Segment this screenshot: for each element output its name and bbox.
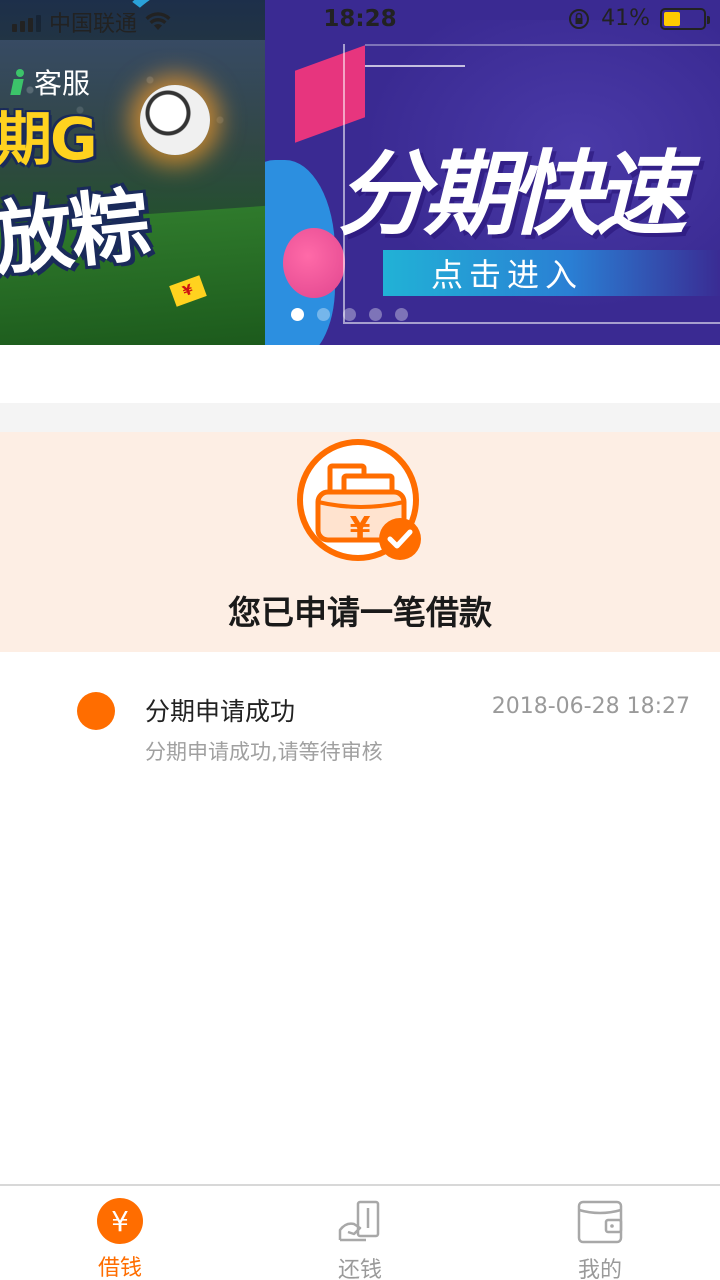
banner-slide-installment[interactable]: 分期快速 点击进入 bbox=[265, 0, 720, 345]
battery-level bbox=[664, 11, 680, 26]
banner-right-headline: 分期快速 bbox=[337, 141, 687, 248]
banner-left-headline-bottom: 放粽 bbox=[0, 178, 154, 287]
repay-hand-icon bbox=[336, 1198, 384, 1246]
timeline-time: 2018-06-28 18:27 bbox=[491, 694, 690, 719]
decor-line bbox=[365, 44, 720, 46]
yen-circle-icon: ¥ bbox=[96, 1198, 144, 1244]
carousel-dot[interactable] bbox=[395, 308, 408, 321]
tab-borrow[interactable]: ¥ 借钱 bbox=[0, 1186, 240, 1280]
customer-service-label: 客服 bbox=[34, 67, 91, 100]
customer-service-icon bbox=[12, 69, 30, 95]
carousel-dot[interactable] bbox=[343, 308, 356, 321]
football-icon bbox=[140, 85, 210, 155]
banner-left-headline-top: 期G bbox=[0, 105, 98, 173]
tab-label: 还钱 bbox=[337, 1258, 382, 1280]
decor-line bbox=[365, 65, 465, 67]
status-bar: 中国联通 18:28 41% bbox=[0, 0, 720, 40]
carousel-dot[interactable] bbox=[369, 308, 382, 321]
loan-status-title: 您已申请一笔借款 bbox=[228, 593, 492, 632]
bottom-tab-bar: ¥ 借钱 还钱 我的 bbox=[0, 1184, 720, 1280]
tab-repay[interactable]: 还钱 bbox=[240, 1186, 480, 1280]
decor-blob-pink bbox=[283, 228, 345, 298]
screen: 期G 放粽 ¥ 客服 分期快速 点击进入 中国联通 18:28 41% ¥ 您已… bbox=[0, 0, 720, 1280]
timeline-description: 分期申请成功,请等待审核 bbox=[145, 740, 383, 764]
banner-carousel[interactable]: 期G 放粽 ¥ 客服 分期快速 点击进入 bbox=[0, 0, 720, 345]
status-bar-right: 41% bbox=[567, 6, 710, 31]
svg-text:¥: ¥ bbox=[350, 511, 371, 546]
carousel-dot[interactable] bbox=[291, 308, 304, 321]
carousel-dot[interactable] bbox=[317, 308, 330, 321]
banner-slide-dragon-boat[interactable]: 期G 放粽 ¥ 客服 bbox=[0, 0, 265, 345]
customer-service-button[interactable]: 客服 bbox=[12, 62, 90, 102]
tab-label: 我的 bbox=[577, 1258, 622, 1280]
wallet-yen-check-icon: ¥ bbox=[296, 438, 426, 568]
tab-label: 借钱 bbox=[97, 1256, 142, 1280]
section-divider bbox=[0, 403, 720, 432]
wallet-icon bbox=[576, 1198, 624, 1246]
rotation-lock-icon bbox=[567, 7, 591, 31]
timeline-title: 分期申请成功 bbox=[145, 697, 296, 726]
battery-icon bbox=[660, 7, 710, 30]
tab-mine[interactable]: 我的 bbox=[480, 1186, 720, 1280]
battery-percent: 41% bbox=[601, 6, 650, 31]
banner-enter-button[interactable]: 点击进入 bbox=[383, 250, 720, 296]
carousel-indicator bbox=[291, 308, 408, 321]
timeline-status-dot bbox=[77, 692, 115, 730]
timeline-item: 分期申请成功 2018-06-28 18:27 分期申请成功,请等待审核 bbox=[0, 680, 720, 780]
